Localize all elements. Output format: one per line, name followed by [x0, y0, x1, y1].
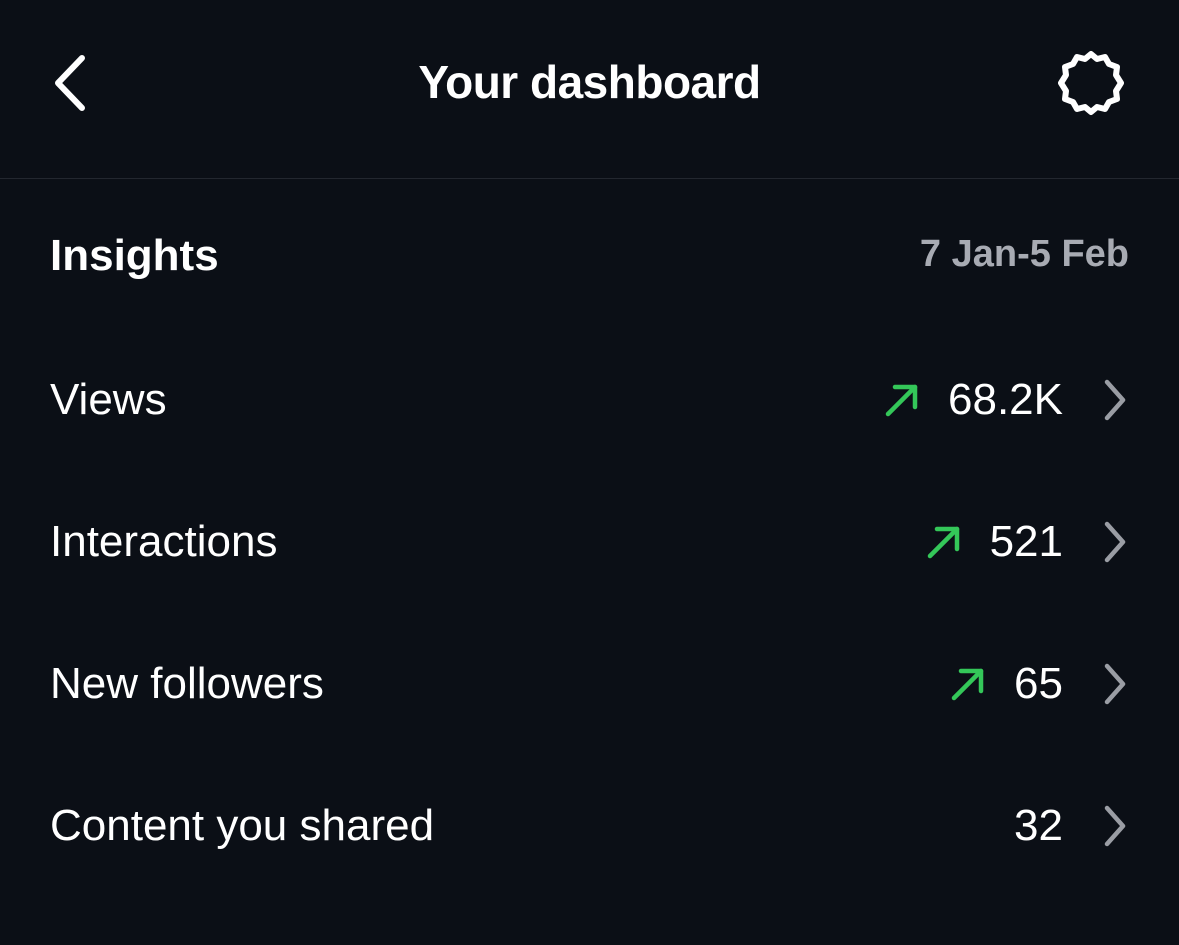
page-title: Your dashboard [418, 56, 761, 108]
chevron-right-icon [1101, 804, 1129, 848]
insights-row-views[interactable]: Views 68.2K [0, 345, 1179, 455]
gear-icon [1058, 51, 1124, 115]
row-value: 521 [989, 517, 1063, 566]
trend-up-icon [882, 380, 922, 420]
row-value: 65 [1014, 659, 1063, 708]
row-label: Content you shared [50, 801, 435, 850]
row-label: Interactions [50, 517, 278, 566]
row-label: New followers [50, 659, 324, 708]
insights-row-interactions[interactable]: Interactions 521 [0, 487, 1179, 597]
insights-title: Insights [50, 231, 219, 280]
top-bar: Your dashboard [0, 0, 1179, 179]
trend-up-icon [924, 522, 964, 562]
insights-row-new-followers[interactable]: New followers 65 [0, 629, 1179, 739]
chevron-right-icon [1101, 662, 1129, 706]
settings-button[interactable] [1046, 40, 1136, 126]
row-value: 68.2K [948, 375, 1063, 424]
row-label: Views [50, 375, 167, 424]
chevron-right-icon [1101, 378, 1129, 422]
insights-row-content-shared[interactable]: Content you shared 32 [0, 771, 1179, 881]
date-range[interactable]: 7 Jan-5 Feb [920, 226, 1129, 282]
chevron-right-icon [1101, 520, 1129, 564]
trend-up-icon [948, 664, 988, 704]
row-value: 32 [1014, 801, 1063, 850]
